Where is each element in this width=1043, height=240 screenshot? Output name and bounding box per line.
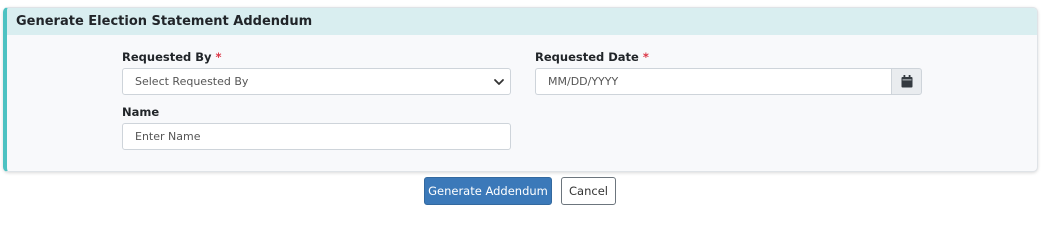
requested-by-select[interactable]: Select Requested By	[122, 68, 511, 95]
requested-date-label: Requested Date *	[535, 50, 649, 64]
chevron-down-icon	[494, 79, 504, 85]
name-label-text: Name	[122, 105, 160, 119]
name-input[interactable]: Enter Name	[122, 123, 511, 150]
calendar-button[interactable]	[891, 68, 922, 95]
requested-by-label: Requested By *	[122, 50, 222, 64]
required-marker: *	[642, 50, 649, 64]
requested-date-label-text: Requested Date	[535, 50, 639, 64]
required-marker: *	[215, 50, 222, 64]
requested-date-placeholder: MM/DD/YYYY	[548, 75, 619, 88]
name-label: Name	[122, 105, 159, 119]
requested-date-input[interactable]: MM/DD/YYYY	[535, 68, 892, 95]
calendar-icon	[901, 75, 913, 88]
requested-by-label-text: Requested By	[122, 50, 212, 64]
card-title: Generate Election Statement Addendum	[7, 8, 1037, 35]
generate-addendum-button[interactable]: Generate Addendum	[424, 177, 552, 205]
name-placeholder: Enter Name	[135, 130, 201, 143]
cancel-button[interactable]: Cancel	[561, 177, 616, 205]
addendum-card: Generate Election Statement Addendum Req…	[3, 7, 1038, 172]
requested-by-selected-value: Select Requested By	[135, 75, 249, 88]
